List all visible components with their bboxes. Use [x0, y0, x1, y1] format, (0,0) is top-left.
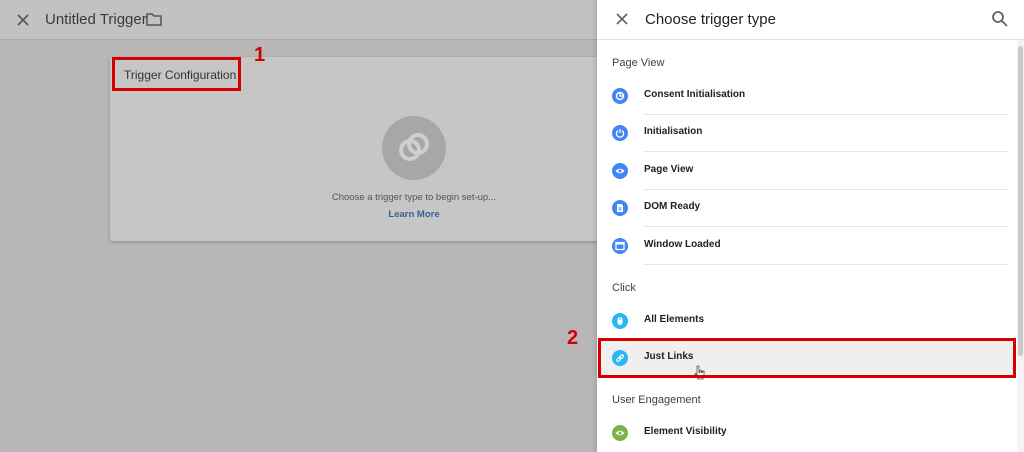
document-icon — [612, 200, 628, 216]
trigger-item-initialisation[interactable]: Initialisation — [597, 114, 1015, 152]
trigger-item-label: Consent Initialisation — [644, 89, 746, 100]
window-icon — [612, 238, 628, 254]
editor-header: Untitled Trigger — [0, 0, 600, 40]
learn-more-link[interactable]: Learn More — [364, 209, 464, 220]
search-icon[interactable] — [990, 9, 1010, 29]
trigger-item-element-visibility[interactable]: Element Visibility — [597, 414, 1015, 452]
trigger-item-label: All Elements — [644, 314, 705, 325]
section-label-click: Click — [612, 282, 636, 294]
close-icon[interactable] — [14, 11, 32, 29]
visibility-icon — [612, 425, 628, 441]
power-icon — [612, 125, 628, 141]
empty-state-hint: Choose a trigger type to begin set-up... — [331, 192, 497, 203]
trigger-item-window-loaded[interactable]: Window Loaded — [597, 227, 1015, 265]
mouse-icon — [612, 313, 628, 329]
trigger-item-label: Element Visibility — [644, 426, 727, 437]
trigger-item-label: DOM Ready — [644, 201, 701, 212]
annotation-box-1 — [112, 57, 241, 91]
panel-title: Choose trigger type — [645, 11, 776, 28]
trigger-item-label: Initialisation — [644, 126, 703, 137]
annotation-number-2: 2 — [567, 327, 579, 349]
trigger-placeholder-icon[interactable] — [382, 116, 446, 180]
folder-icon[interactable] — [146, 12, 162, 26]
annotation-box-2 — [598, 338, 1016, 378]
trigger-item-label: Page View — [644, 164, 694, 175]
annotation-number-1: 1 — [254, 44, 266, 66]
consent-icon — [612, 88, 628, 104]
close-icon[interactable] — [613, 10, 631, 28]
trigger-item-all-elements[interactable]: All Elements — [597, 302, 1015, 340]
eye-icon — [612, 163, 628, 179]
trigger-name[interactable]: Untitled Trigger — [45, 11, 147, 28]
divider — [644, 264, 1009, 265]
trigger-type-panel: Choose trigger type Page View Consent In… — [597, 0, 1024, 452]
trigger-item-dom-ready[interactable]: DOM Ready — [597, 189, 1015, 227]
scrollbar-thumb[interactable] — [1018, 46, 1023, 356]
section-label-user-engagement: User Engagement — [612, 394, 701, 406]
panel-header: Choose trigger type — [597, 0, 1024, 40]
trigger-item-page-view[interactable]: Page View — [597, 152, 1015, 190]
trigger-item-consent-initialisation[interactable]: Consent Initialisation — [597, 77, 1015, 115]
trigger-item-label: Window Loaded — [644, 239, 721, 250]
scrollbar[interactable] — [1017, 40, 1024, 452]
section-label-page-view: Page View — [612, 57, 665, 69]
